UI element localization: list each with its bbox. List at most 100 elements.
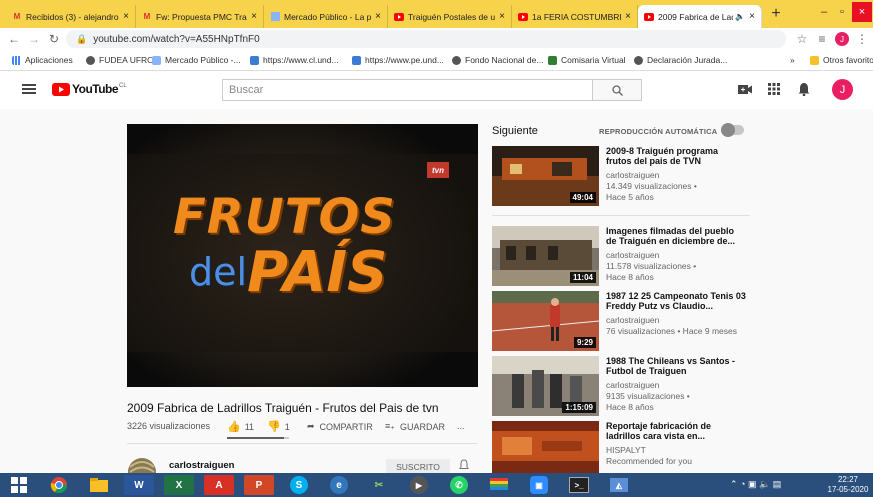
powerpoint-icon[interactable]: P	[244, 475, 274, 495]
youtube-logo[interactable]: YouTube CL	[52, 82, 127, 96]
notification-bell-icon[interactable]	[798, 82, 810, 99]
greenshot-icon[interactable]: ✂	[364, 475, 394, 495]
sidebar-video-2[interactable]: 9:29 1987 12 25 Campeonato Tenis 03 Fred…	[492, 291, 752, 353]
autoplay-toggle[interactable]	[721, 123, 744, 137]
star-icon[interactable]: ☆	[794, 31, 810, 47]
dislike-button[interactable]: 👎 1	[267, 420, 290, 433]
terminal-icon[interactable]: >_	[564, 475, 594, 495]
dislike-count: 1	[284, 421, 290, 432]
sidebar-video-channel[interactable]: carlostraiguen	[606, 315, 659, 325]
chrome-icon[interactable]	[44, 475, 74, 495]
sidebar-video-channel[interactable]: carlostraiguen	[606, 250, 659, 260]
tab-traiguen-postales[interactable]: Traiguén Postales de un ×	[388, 5, 512, 28]
minimize-button[interactable]: –	[816, 2, 832, 22]
sidebar-video-3[interactable]: 1:15:09 1988 The Chileans vs Santos - Fu…	[492, 356, 752, 418]
sidebar-video-0[interactable]: 49:04 2009-8 Traiguén programa frutos de…	[492, 146, 752, 208]
bookmark-declaracion[interactable]: Declaración Jurada...	[634, 53, 727, 67]
video-thumbnail[interactable]: 9:29	[492, 291, 599, 351]
create-video-icon[interactable]	[738, 84, 752, 98]
sidebar-video-4[interactable]: Reportaje fabricación de ladrillos cara …	[492, 421, 752, 473]
sidebar-video-channel[interactable]: carlostraiguen	[606, 380, 659, 390]
channel-avatar[interactable]	[127, 457, 157, 473]
file-explorer-icon[interactable]	[84, 475, 114, 495]
bookmark-fondo-nacional[interactable]: Fondo Nacional de...	[452, 53, 543, 67]
video-player[interactable]: tvn FRUTOS del PAÍS	[127, 124, 478, 387]
video-thumbnail[interactable]: 1:15:09	[492, 356, 599, 416]
tab-feria-costumbrista[interactable]: 1a FERIA COSTUMBRIST ×	[512, 5, 638, 28]
hamburger-menu-icon[interactable]	[22, 83, 36, 95]
channel-name[interactable]: carlostraiguen	[169, 460, 234, 471]
share-button[interactable]: ➦ COMPARTIR	[307, 421, 373, 432]
sidebar-video-views: Recommended for you	[606, 456, 692, 466]
clock[interactable]: 22:27 17-05-2020	[826, 475, 870, 495]
sidebar-video-title[interactable]: Imagenes filmadas del pueblo de Traiguén…	[606, 226, 746, 246]
close-icon[interactable]: ×	[251, 11, 257, 22]
sidebar-video-channel[interactable]: HISPALYT	[606, 445, 646, 455]
video-thumbnail[interactable]	[492, 421, 599, 473]
edge-icon[interactable]: e	[324, 475, 354, 495]
bookmark-comisaria[interactable]: Comisaria Virtual	[548, 53, 626, 67]
reading-list-icon[interactable]: ≡	[814, 31, 830, 47]
menu-dots-icon[interactable]: ⋮	[854, 31, 870, 47]
whatsapp-icon[interactable]: ✆	[444, 475, 474, 495]
photos-icon[interactable]: ◭	[604, 475, 634, 495]
sidebar-video-title[interactable]: 1987 12 25 Campeonato Tenis 03 Freddy Pu…	[606, 291, 746, 311]
page-icon	[270, 12, 280, 22]
excel-icon[interactable]: X	[164, 475, 194, 495]
profile-avatar[interactable]: J	[834, 31, 850, 47]
account-avatar[interactable]: J	[832, 79, 853, 100]
sidebar-video-title[interactable]: Reportaje fabricación de ladrillos cara …	[606, 421, 746, 441]
search-button[interactable]	[592, 79, 642, 101]
tab-fabrica-ladrillos[interactable]: 2009 Fabrica de Lad 🔈 ×	[638, 5, 762, 28]
search-input[interactable]: Buscar	[222, 79, 593, 101]
forward-arrow-icon[interactable]: →	[26, 31, 42, 47]
more-actions-button[interactable]: ...	[457, 421, 465, 431]
divider	[127, 443, 477, 444]
tab-recibidos[interactable]: M Recibidos (3) - alejandro ×	[6, 5, 136, 28]
bookmark-mercado[interactable]: Mercado Público -...	[152, 53, 241, 67]
acrobat-icon[interactable]: A	[204, 475, 234, 495]
rainbow-icon[interactable]	[484, 475, 514, 495]
sidebar-video-title[interactable]: 1988 The Chileans vs Santos - Futbol de …	[606, 356, 746, 376]
system-tray-icons[interactable]: ⌃ ◔ ▣ 🔈 ▤	[730, 479, 781, 490]
bookmark-cl-und[interactable]: https://www.cl.und...	[250, 53, 339, 67]
apps-grid-icon[interactable]	[768, 83, 780, 98]
tab-mercado-publico[interactable]: Mercado Público - La pl ×	[264, 5, 388, 28]
close-icon[interactable]: ×	[625, 11, 631, 22]
back-arrow-icon[interactable]: ←	[6, 31, 22, 47]
windows-start-icon[interactable]	[4, 475, 34, 495]
bookmark-aplicaciones[interactable]: Aplicaciones	[12, 53, 73, 67]
omnibox[interactable]: 🔒 youtube.com/watch?v=A55HNpTfnF0	[66, 30, 786, 48]
new-tab-button[interactable]: +	[768, 4, 784, 24]
like-button[interactable]: 👍 11	[227, 420, 254, 433]
zoom-icon[interactable]: ▣	[524, 475, 554, 495]
bookmark-pe-und[interactable]: https://www.pe.und...	[352, 53, 444, 67]
save-button[interactable]: ≡₊ GUARDAR	[385, 421, 445, 432]
video-thumbnail[interactable]: 11:04	[492, 226, 599, 286]
close-icon[interactable]: ×	[749, 11, 755, 22]
notification-bell-icon[interactable]	[459, 459, 469, 474]
word-icon[interactable]: W	[124, 475, 154, 495]
media-player-icon[interactable]: ▶	[404, 475, 434, 495]
tab-propuesta[interactable]: M Fw: Propuesta PMC Traig ×	[136, 5, 264, 28]
tab-label: Recibidos (3) - alejandro	[26, 11, 119, 22]
reload-icon[interactable]: ↻	[46, 31, 62, 47]
browser-tab-bar: M Recibidos (3) - alejandro × M Fw: Prop…	[0, 0, 873, 28]
subscribe-label: SUSCRITO	[396, 462, 440, 472]
window-close-button[interactable]: ×	[852, 2, 872, 22]
bookmark-fudea[interactable]: FUDEA UFRO	[86, 53, 154, 67]
maximize-button[interactable]: ▫	[834, 2, 850, 22]
sidebar-video-1[interactable]: 11:04 Imagenes filmadas del pueblo de Tr…	[492, 226, 752, 288]
speaker-icon[interactable]: 🔈	[735, 12, 745, 21]
sidebar-video-channel[interactable]: carlostraiguen	[606, 170, 659, 180]
close-icon[interactable]: ×	[123, 11, 129, 22]
close-icon[interactable]: ×	[375, 11, 381, 22]
bookmarks-overflow-button[interactable]: »	[790, 53, 795, 67]
sidebar-video-title[interactable]: 2009-8 Traiguén programa frutos del pais…	[606, 146, 746, 166]
video-thumbnail[interactable]: 49:04	[492, 146, 599, 206]
gmail-icon: M	[143, 12, 151, 21]
other-bookmarks[interactable]: Otros favoritos	[810, 53, 873, 67]
tvn-logo-text: tvn	[432, 165, 444, 175]
close-icon[interactable]: ×	[499, 11, 505, 22]
skype-icon[interactable]: S	[284, 475, 314, 495]
